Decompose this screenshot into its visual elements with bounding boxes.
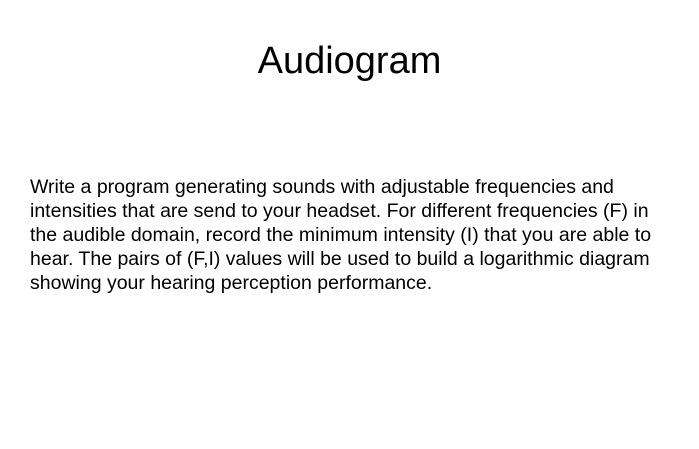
slide-body: Write a program generating sounds with a…: [30, 175, 680, 295]
body-paragraph: Write a program generating sounds with a…: [30, 176, 652, 294]
slide-title: Audiogram: [257, 40, 442, 82]
slide: Audiogram Write a program generating sou…: [0, 0, 699, 449]
